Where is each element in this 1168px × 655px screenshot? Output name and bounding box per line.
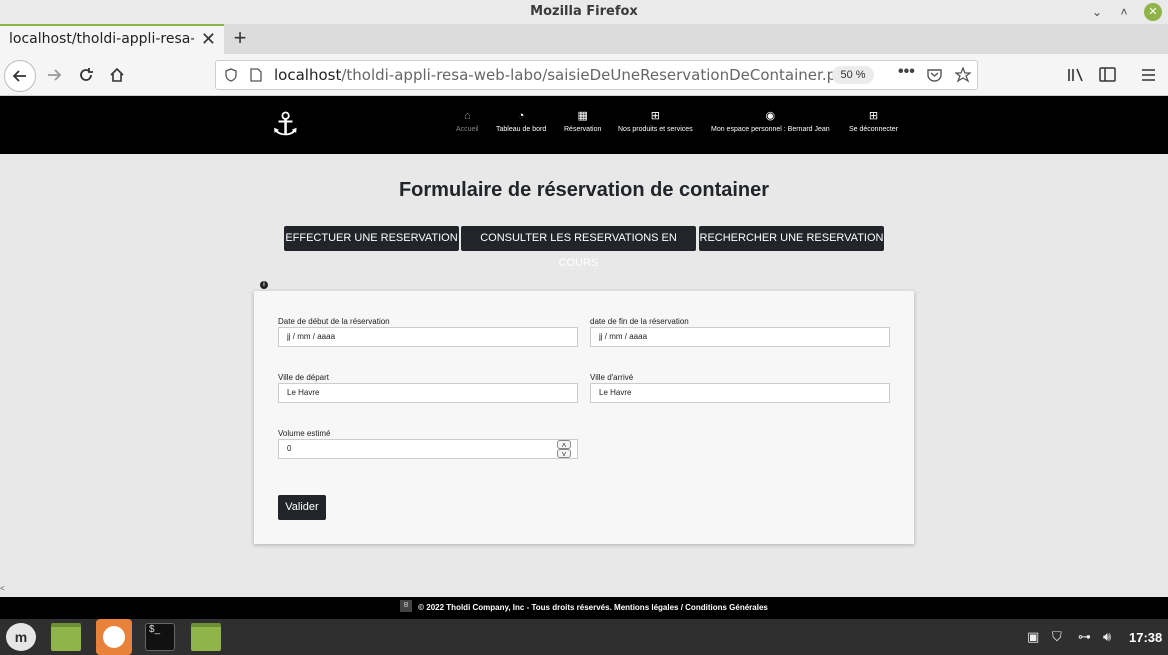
- home-button[interactable]: [103, 61, 131, 89]
- zoom-indicator[interactable]: 50 %: [832, 66, 874, 84]
- url-host: localhost: [274, 66, 342, 84]
- collapse-arrow-icon[interactable]: <: [0, 584, 5, 593]
- clipboard-icon[interactable]: ▣: [1027, 629, 1039, 645]
- close-window-button[interactable]: ✕: [1144, 3, 1162, 21]
- date-fin-label: date de fin de la réservation: [590, 317, 689, 326]
- forward-arrow-icon: [48, 69, 62, 81]
- volume-label: Volume estimé: [278, 429, 331, 438]
- ville-depart-select[interactable]: Le Havre: [278, 383, 578, 403]
- nav-tableau-de-bord[interactable]: ◔ Tableau de bord: [496, 110, 546, 133]
- footer-text: © 2022 Tholdi Company, Inc - Tous droits…: [418, 603, 768, 612]
- page-info-icon[interactable]: [250, 68, 262, 82]
- volume-icon[interactable]: 🔊︎: [1103, 629, 1111, 645]
- date-debut-input[interactable]: jj / mm / aaaa: [278, 327, 578, 347]
- back-button[interactable]: [4, 60, 36, 92]
- url-bar[interactable]: localhost/tholdi-appli-resa-web-labo/sai…: [215, 60, 978, 90]
- nav-deconnecter[interactable]: ⊞ Se déconnecter: [849, 110, 898, 133]
- ville-arrivee-select[interactable]: Le Havre: [590, 383, 890, 403]
- nav-toolbar: localhost/tholdi-appli-resa-web-labo/sai…: [0, 54, 1168, 96]
- firefox-launcher-icon[interactable]: [96, 619, 132, 655]
- grid-icon: ⊞: [650, 110, 660, 122]
- volume-value: 0: [287, 444, 292, 453]
- clock: 17:38: [1129, 630, 1163, 645]
- home-icon: [110, 67, 124, 82]
- folder-launcher-icon[interactable]: [191, 623, 221, 651]
- nav-espace-label: Mon espace personnel : Bernard Jean: [711, 126, 830, 133]
- page-actions-icon[interactable]: •••: [898, 63, 915, 81]
- sidebar-icon[interactable]: [1099, 67, 1116, 82]
- reload-button[interactable]: [72, 61, 100, 89]
- info-icon[interactable]: i: [260, 281, 268, 289]
- tab-label: localhost/tholdi-appli-resa-web-labo: [9, 31, 194, 47]
- nav-espace-personnel[interactable]: ◉ Mon espace personnel : Bernard Jean: [711, 110, 830, 133]
- shield-tray-icon[interactable]: ⛉: [1052, 629, 1062, 645]
- window-title: Mozilla Firefox: [530, 4, 638, 19]
- nav-reservation-label: Réservation: [564, 126, 602, 133]
- nav-tableau-label: Tableau de bord: [496, 126, 547, 133]
- browser-tab[interactable]: localhost/tholdi-appli-resa-web-labo ✕: [0, 24, 224, 54]
- grid-icon: ⊞: [868, 110, 879, 122]
- volume-input[interactable]: 0 ˄ ˅: [278, 439, 578, 459]
- new-tab-button[interactable]: +: [230, 25, 250, 51]
- anchor-logo-icon[interactable]: ⚓: [271, 106, 300, 142]
- os-taskbar: m $_ ▣ ⛉ ⊶ 🔊︎ 17:38: [0, 619, 1168, 655]
- ville-arrivee-label: Ville d'arrivé: [590, 373, 634, 382]
- tab-strip: localhost/tholdi-appli-resa-web-labo ✕ +: [0, 24, 1168, 54]
- table-icon: ▦: [577, 110, 588, 122]
- reservation-form: Date de début de la réservation jj / mm …: [254, 291, 914, 544]
- page-title: Formulaire de réservation de container: [398, 179, 770, 201]
- nav-produits[interactable]: ⊞ Nos produits et services: [618, 110, 693, 133]
- stepper-up-icon[interactable]: ˄: [557, 440, 571, 450]
- forward-button[interactable]: [40, 61, 68, 89]
- ville-depart-label: Ville de départ: [278, 373, 329, 382]
- bookmark-star-icon[interactable]: [955, 67, 971, 83]
- library-icon[interactable]: [1067, 67, 1085, 83]
- effectuer-reservation-button[interactable]: EFFECTUER UNE RESERVATION: [284, 226, 459, 251]
- nav-produits-label: Nos produits et services: [618, 126, 693, 133]
- url-text[interactable]: localhost/tholdi-appli-resa-web-labo/sai…: [274, 66, 855, 84]
- window-titlebar: Mozilla Firefox ⌄ ˄ ✕: [0, 0, 1168, 24]
- stepper-down-icon[interactable]: ˅: [557, 449, 571, 459]
- minimize-button[interactable]: ⌄: [1088, 3, 1106, 21]
- nav-reservation[interactable]: ▦ Réservation: [564, 110, 601, 133]
- mint-menu-icon[interactable]: m: [6, 623, 36, 651]
- consulter-reservations-button[interactable]: CONSULTER LES RESERVATIONS EN COURS: [461, 226, 696, 269]
- hamburger-menu-icon[interactable]: [1141, 68, 1156, 82]
- bootstrap-badge-icon: B: [400, 599, 413, 612]
- valider-button[interactable]: Valider: [278, 495, 326, 520]
- site-header: ⚓ ⌂ Accueil ◔ Tableau de bord ▦ Réservat…: [0, 96, 1168, 154]
- nav-accueil-label: Accueil: [456, 126, 479, 133]
- shield-icon[interactable]: [224, 68, 238, 82]
- reload-icon: [80, 68, 93, 81]
- home-icon: ⌂: [463, 110, 471, 122]
- url-path: /tholdi-appli-resa-web-labo/saisieDeUneR…: [341, 66, 856, 84]
- nav-deconnecter-label: Se déconnecter: [849, 126, 899, 133]
- files-launcher-icon[interactable]: [51, 623, 81, 651]
- date-debut-label: Date de début de la réservation: [278, 317, 390, 326]
- speedometer-icon: ◔: [517, 110, 525, 122]
- user-circle-icon: ◉: [765, 110, 776, 122]
- site-footer: B © 2022 Tholdi Company, Inc - Tous droit…: [0, 597, 1168, 619]
- back-arrow-icon: [12, 70, 26, 82]
- volume-stepper[interactable]: ˄ ˅: [557, 440, 571, 459]
- pocket-icon[interactable]: [927, 68, 942, 82]
- nav-accueil[interactable]: ⌂ Accueil: [456, 110, 479, 133]
- rechercher-reservation-button[interactable]: RECHERCHER UNE RESERVATION: [699, 226, 884, 251]
- maximize-button[interactable]: ˄: [1115, 3, 1133, 21]
- network-icon[interactable]: ⊶: [1078, 629, 1091, 645]
- tab-close-icon[interactable]: ✕: [201, 29, 216, 50]
- date-fin-input[interactable]: jj / mm / aaaa: [590, 327, 890, 347]
- main-content: Formulaire de réservation de container E…: [0, 154, 1168, 597]
- terminal-launcher-icon[interactable]: $_: [145, 623, 175, 651]
